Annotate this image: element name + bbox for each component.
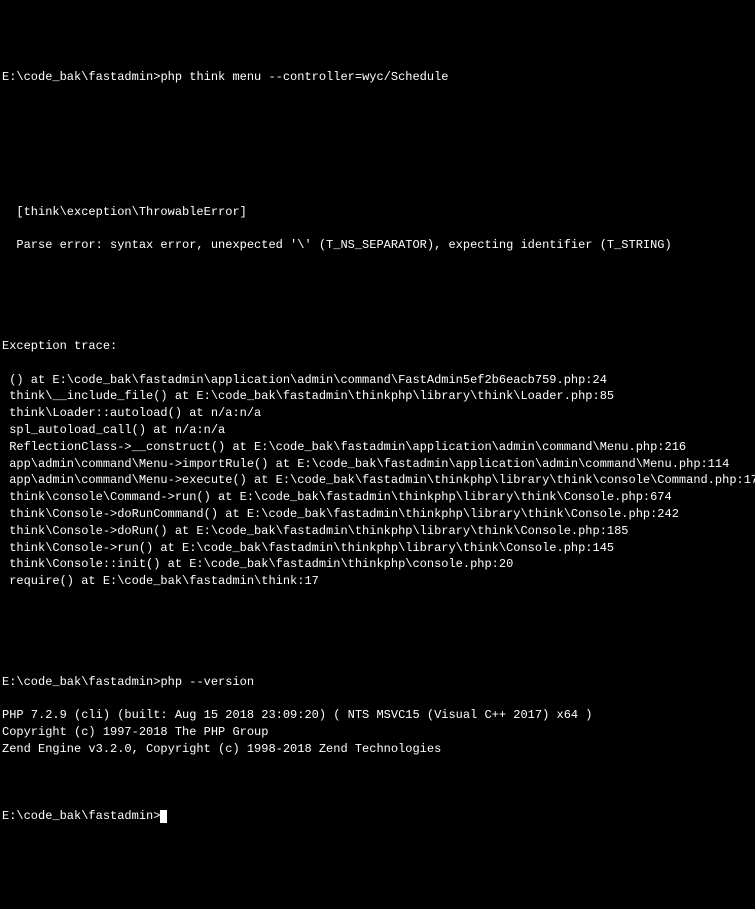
trace-line: think\Console->doRunCommand() at E:\code… xyxy=(2,506,753,523)
blank-line xyxy=(2,607,753,624)
trace-line: () at E:\code_bak\fastadmin\application\… xyxy=(2,372,753,389)
blank-line xyxy=(2,775,753,792)
version-line: Zend Engine v3.2.0, Copyright (c) 1998-2… xyxy=(2,741,753,758)
trace-line: app\admin\command\Menu->importRule() at … xyxy=(2,456,753,473)
trace-line: ReflectionClass->__construct() at E:\cod… xyxy=(2,439,753,456)
trace-line: require() at E:\code_bak\fastadmin\think… xyxy=(2,573,753,590)
command-line-2: E:\code_bak\fastadmin>php --version xyxy=(2,674,753,691)
blank-line xyxy=(2,271,753,288)
prompt-path: E:\code_bak\fastadmin> xyxy=(2,809,160,823)
blank-line xyxy=(2,136,753,153)
blank-line xyxy=(2,640,753,657)
trace-title: Exception trace: xyxy=(2,338,753,355)
error-message: Parse error: syntax error, unexpected '\… xyxy=(2,237,753,254)
command-line-3[interactable]: E:\code_bak\fastadmin> xyxy=(2,808,753,825)
trace-line: think\Console::init() at E:\code_bak\fas… xyxy=(2,556,753,573)
blank-line xyxy=(2,103,753,120)
prompt-path: E:\code_bak\fastadmin> xyxy=(2,70,160,84)
prompt-path: E:\code_bak\fastadmin> xyxy=(2,675,160,689)
command-line-1: E:\code_bak\fastadmin>php think menu --c… xyxy=(2,69,753,86)
error-header: [think\exception\ThrowableError] xyxy=(2,204,753,221)
trace-line: think\__include_file() at E:\code_bak\fa… xyxy=(2,388,753,405)
version-line: Copyright (c) 1997-2018 The PHP Group xyxy=(2,724,753,741)
command-text: php think menu --controller=wyc/Schedule xyxy=(160,70,448,84)
exception-trace: () at E:\code_bak\fastadmin\application\… xyxy=(2,372,753,590)
trace-line: think\Console->run() at E:\code_bak\fast… xyxy=(2,540,753,557)
version-line: PHP 7.2.9 (cli) (built: Aug 15 2018 23:0… xyxy=(2,707,753,724)
trace-line: think\Console->doRun() at E:\code_bak\fa… xyxy=(2,523,753,540)
trace-line: spl_autoload_call() at n/a:n/a xyxy=(2,422,753,439)
trace-line: think\Loader::autoload() at n/a:n/a xyxy=(2,405,753,422)
version-output: PHP 7.2.9 (cli) (built: Aug 15 2018 23:0… xyxy=(2,707,753,757)
cursor-icon xyxy=(160,810,167,823)
blank-line xyxy=(2,170,753,187)
trace-line: app\admin\command\Menu->execute() at E:\… xyxy=(2,472,753,489)
command-text: php --version xyxy=(160,675,254,689)
trace-line: think\console\Command->run() at E:\code_… xyxy=(2,489,753,506)
blank-line xyxy=(2,304,753,321)
